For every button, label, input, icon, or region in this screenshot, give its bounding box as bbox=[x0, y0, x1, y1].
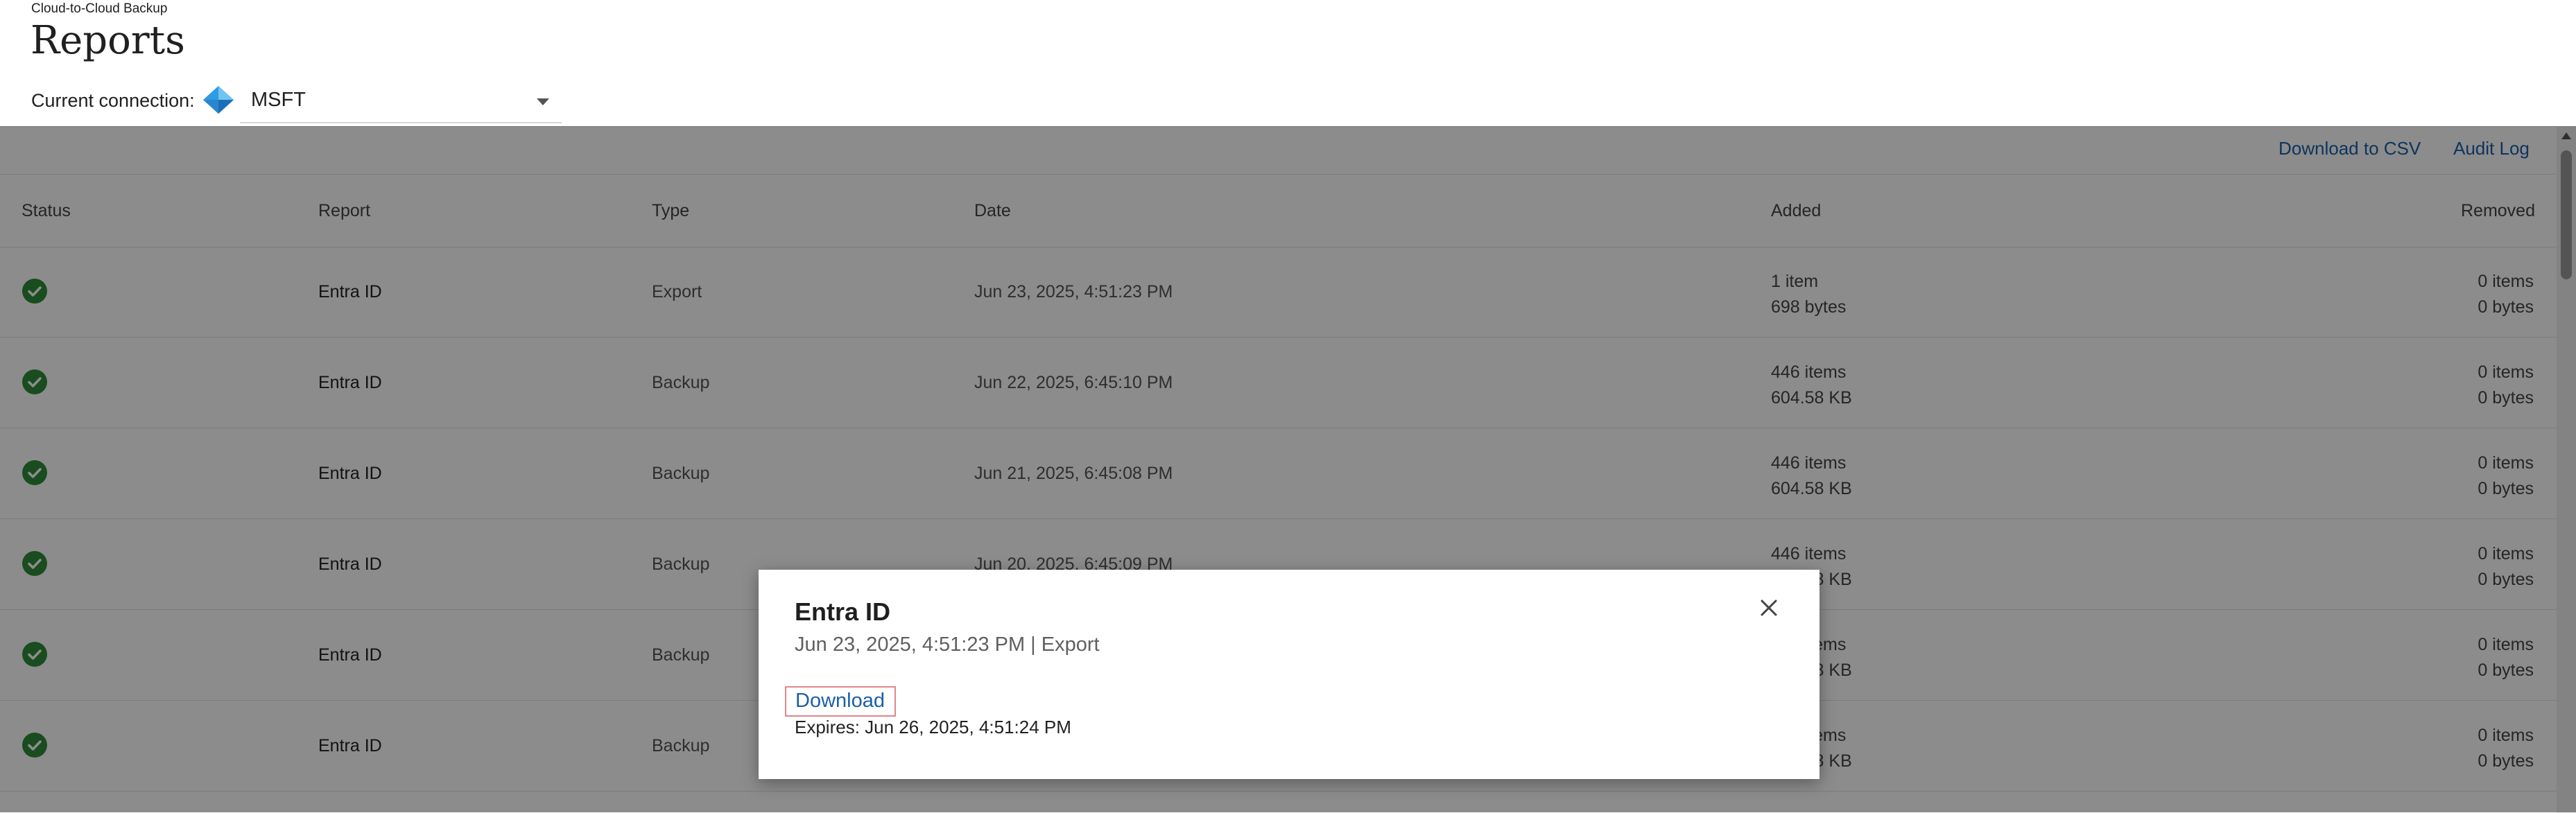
chevron-down-icon bbox=[537, 98, 549, 105]
page-header: Cloud-to-Cloud Backup Reports Current co… bbox=[0, 0, 2576, 126]
download-link-label: Download bbox=[795, 690, 885, 712]
connection-select[interactable]: MSFT bbox=[240, 80, 562, 123]
download-link[interactable]: Download bbox=[785, 686, 896, 717]
expiry-text: Expires: Jun 26, 2025, 4:51:24 PM bbox=[795, 717, 1071, 737]
azure-entra-diamond-icon bbox=[203, 86, 234, 114]
product-name: Cloud-to-Cloud Backup bbox=[31, 1, 168, 16]
connection-label: Current connection: bbox=[31, 90, 195, 111]
dialog-title: Entra ID bbox=[795, 597, 891, 626]
close-icon[interactable] bbox=[1756, 595, 1782, 621]
report-download-dialog: Entra ID Jun 23, 2025, 4:51:23 PM | Expo… bbox=[759, 570, 1819, 779]
page-title: Reports bbox=[31, 18, 185, 63]
dialog-subtitle: Jun 23, 2025, 4:51:23 PM | Export bbox=[795, 633, 1100, 656]
connection-value: MSFT bbox=[251, 89, 306, 111]
